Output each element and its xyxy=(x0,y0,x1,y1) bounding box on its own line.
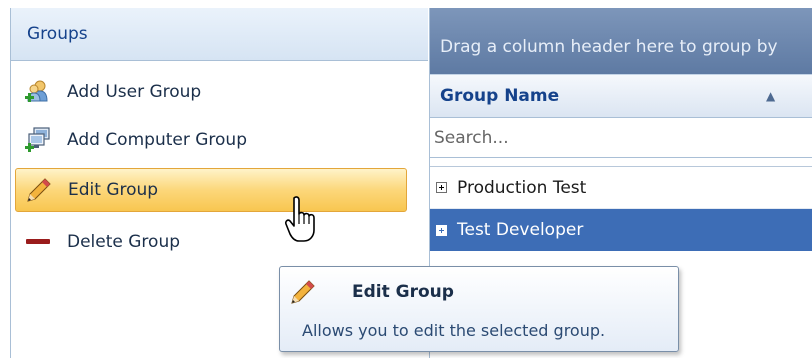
hand-pointer-icon xyxy=(285,196,315,242)
expand-icon[interactable] xyxy=(436,182,447,193)
add-computer-group-label: Add Computer Group xyxy=(67,130,247,150)
search-input[interactable] xyxy=(434,127,794,148)
search-row xyxy=(430,118,812,158)
group-by-area[interactable]: Drag a column header here to group by xyxy=(430,8,812,74)
sort-ascending-icon: ▲ xyxy=(766,89,776,103)
delete-group-button[interactable]: Delete Group xyxy=(11,218,411,266)
group-name-cell: Test Developer xyxy=(457,220,584,240)
groups-panel-header: Groups xyxy=(11,8,428,61)
pencil-icon xyxy=(26,177,52,203)
add-user-group-label: Add User Group xyxy=(67,82,202,102)
add-computer-group-button[interactable]: Add Computer Group xyxy=(11,116,411,164)
grid-divider xyxy=(430,158,812,167)
group-name-cell: Production Test xyxy=(457,177,587,198)
add-user-group-icon xyxy=(25,79,51,105)
table-row[interactable]: Production Test xyxy=(430,167,812,209)
pencil-icon xyxy=(290,279,316,305)
edit-group-label: Edit Group xyxy=(68,180,159,200)
edit-group-button[interactable]: Edit Group xyxy=(15,168,407,212)
tooltip-title: Edit Group xyxy=(352,282,454,302)
add-computer-group-icon xyxy=(25,127,51,153)
delete-group-label: Delete Group xyxy=(67,232,181,252)
column-header-group-name[interactable]: Group Name ▲ xyxy=(430,74,812,118)
edit-group-tooltip: Edit Group Allows you to edit the select… xyxy=(279,266,679,352)
minus-icon xyxy=(25,229,51,255)
column-header-label: Group Name xyxy=(440,86,560,106)
add-user-group-button[interactable]: Add User Group xyxy=(11,68,411,116)
table-row-selected[interactable]: Test Developer xyxy=(430,209,812,251)
tooltip-body: Allows you to edit the selected group. xyxy=(302,321,606,340)
expand-icon[interactable] xyxy=(436,224,447,236)
